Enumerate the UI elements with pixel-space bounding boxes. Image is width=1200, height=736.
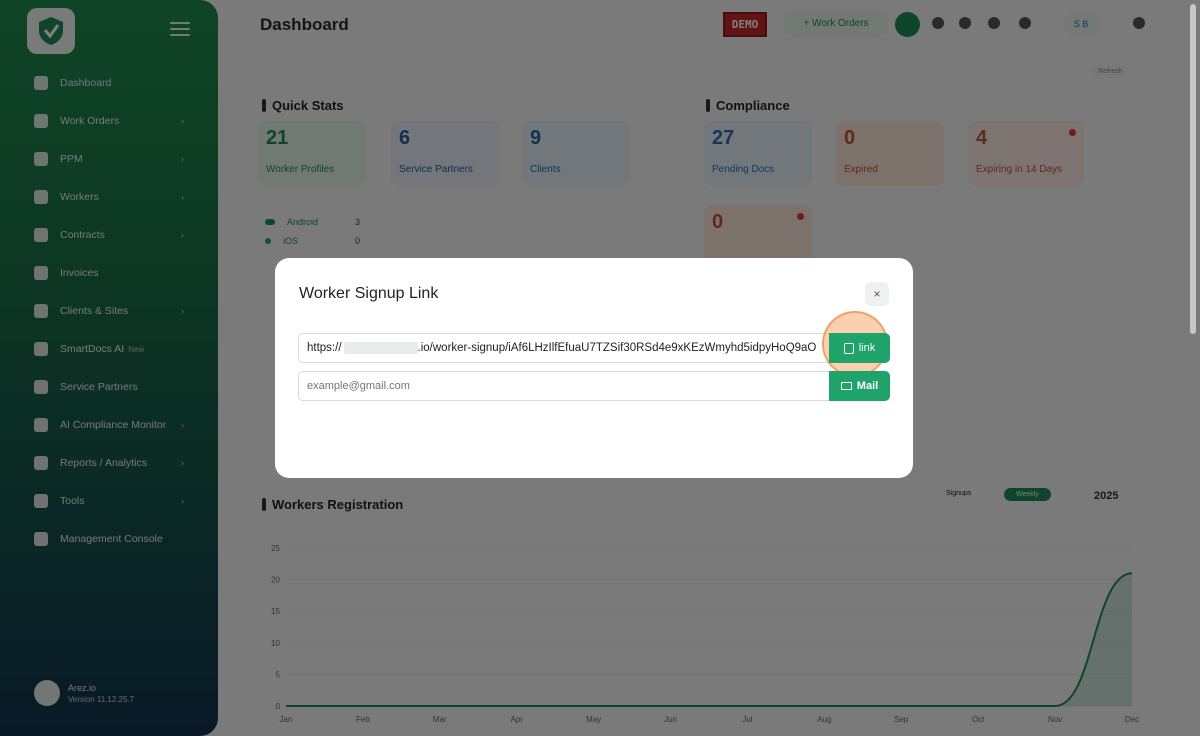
email-input[interactable] (298, 371, 830, 401)
link-prefix: https:// (307, 342, 342, 354)
mail-icon (840, 382, 852, 390)
page-scrollbar[interactable] (1190, 0, 1198, 736)
signup-link-field[interactable]: https:// .io/worker-signup/iAf6LHzIlfEfu… (298, 333, 830, 363)
redacted-domain (343, 342, 418, 354)
scrollbar-thumb[interactable] (1190, 4, 1196, 334)
send-mail-button[interactable]: Mail (829, 371, 890, 401)
modal-title: Worker Signup Link (299, 285, 439, 302)
copy-link-button[interactable]: link (829, 333, 890, 363)
close-icon: × (873, 287, 881, 301)
worker-signup-modal: Worker Signup Link × https:// .io/worker… (275, 258, 913, 478)
link-suffix: .io/worker-signup/iAf6LHzIlfEfuaU7TZSif3… (417, 342, 817, 354)
close-button[interactable]: × (865, 282, 889, 306)
copy-icon (843, 342, 854, 354)
